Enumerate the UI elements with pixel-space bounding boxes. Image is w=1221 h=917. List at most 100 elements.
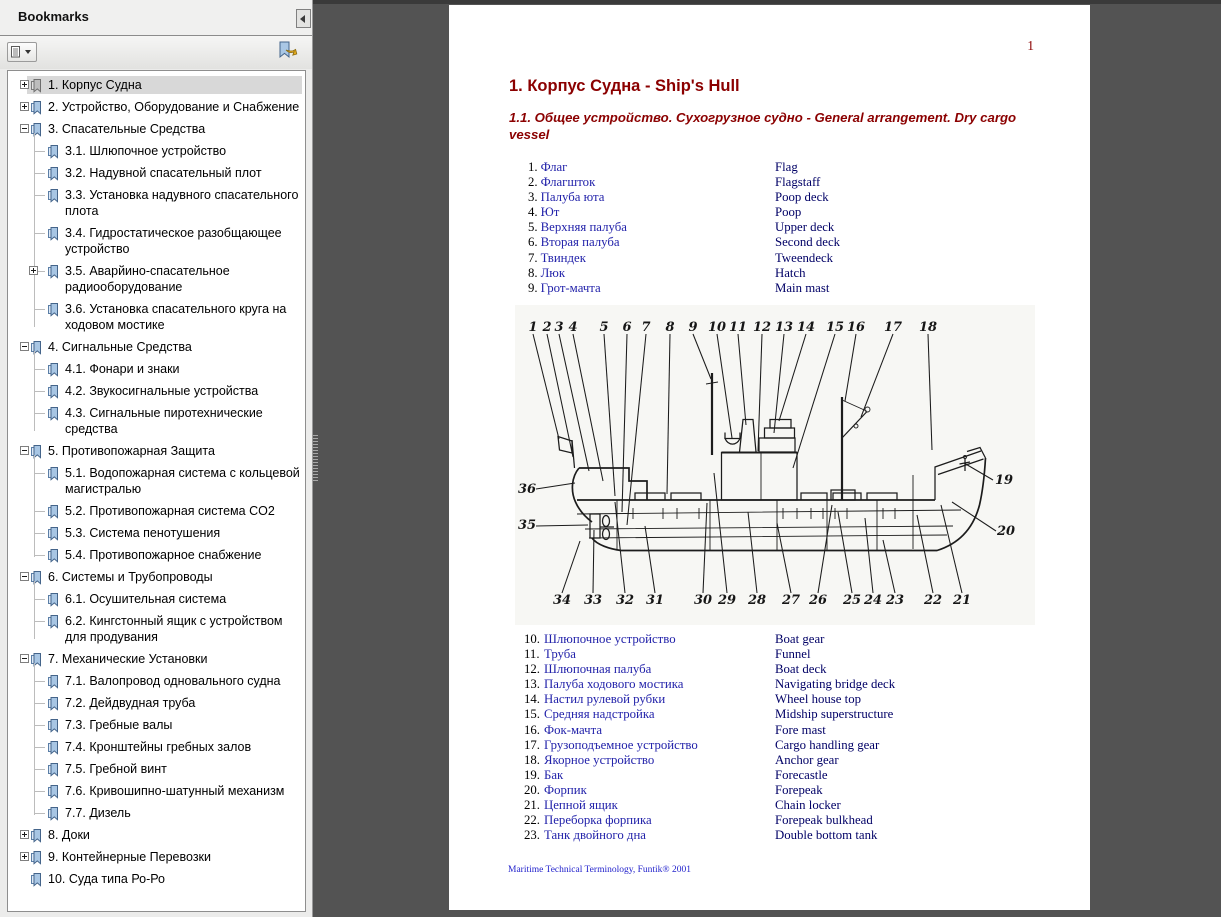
term-russian-link[interactable]: Бак — [544, 768, 563, 783]
bookmark-item[interactable]: 5.4. Противопожарное снабжение — [8, 544, 305, 566]
bookmark-item[interactable]: 7.1. Валопровод одновального судна — [8, 670, 305, 692]
bookmark-row-content[interactable]: 3.3. Установка надувного спасательного п… — [44, 186, 302, 220]
bookmark-options-button[interactable] — [7, 42, 37, 62]
expander-plus-icon[interactable] — [29, 266, 38, 275]
bookmark-item[interactable]: 3.6. Установка спасательного круга на хо… — [8, 298, 305, 336]
term-russian-link[interactable]: Палуба юта — [541, 190, 605, 205]
bookmark-item[interactable]: 5.1. Водопожарная система с кольцевой ма… — [8, 462, 305, 500]
term-russian-link[interactable]: Цепной ящик — [544, 798, 618, 813]
bookmark-row-content[interactable]: 4. Сигнальные Средства — [27, 338, 302, 356]
bookmark-item[interactable]: 6.1. Осушительная система — [8, 588, 305, 610]
bookmark-row-content[interactable]: 6.2. Кингстонный ящик с устройством для … — [44, 612, 302, 646]
term-russian-link[interactable]: Фок-мачта — [544, 723, 602, 738]
bookmark-row-content[interactable]: 3.5. Аварйино-спасательное радиооборудов… — [44, 262, 302, 296]
bookmark-row-content[interactable]: 4.3. Сигнальные пиротехнические средства — [44, 404, 302, 438]
expander-plus-icon[interactable] — [20, 80, 29, 89]
term-russian-link[interactable]: Грузоподъемное устройство — [544, 738, 698, 753]
bookmark-item[interactable]: 3.4. Гидростатическое разобщающее устрой… — [8, 222, 305, 260]
bookmark-row-content[interactable]: 3.6. Установка спасательного круга на хо… — [44, 300, 302, 334]
bookmark-item[interactable]: 2. Устройство, Оборудование и Снабжение — [8, 96, 305, 118]
bookmark-row-content[interactable]: 5.2. Противопожарная система CO2 — [44, 502, 302, 520]
bookmark-item[interactable]: 7.2. Дейдвудная труба — [8, 692, 305, 714]
term-russian-link[interactable]: Люк — [541, 266, 565, 281]
bookmark-item[interactable]: 3.3. Установка надувного спасательного п… — [8, 184, 305, 222]
bookmark-item[interactable]: 8. Доки — [8, 824, 305, 846]
bookmark-item[interactable]: 4. Сигнальные Средства — [8, 336, 305, 358]
bookmark-row-content[interactable]: 7.1. Валопровод одновального судна — [44, 672, 302, 690]
bookmark-item[interactable]: 5.3. Система пенотушения — [8, 522, 305, 544]
bookmark-item[interactable]: 9. Контейнерные Перевозки — [8, 846, 305, 868]
term-russian-link[interactable]: Флагшток — [541, 175, 596, 190]
bookmark-row-content[interactable]: 3.1. Шлюпочное устройство — [44, 142, 302, 160]
expander-plus-icon[interactable] — [20, 852, 29, 861]
bookmark-item[interactable]: 6. Системы и Трубопроводы — [8, 566, 305, 588]
term-russian-link[interactable]: Палуба ходового мостика — [544, 677, 683, 692]
bookmark-row-content[interactable]: 7.2. Дейдвудная труба — [44, 694, 302, 712]
term-russian-link[interactable]: Верхняя палуба — [541, 220, 627, 235]
bookmark-item[interactable]: 7.6. Кривошипно-шатунный механизм — [8, 780, 305, 802]
bookmark-row-content[interactable]: 6. Системы и Трубопроводы — [27, 568, 302, 586]
bookmark-item[interactable]: 4.2. Звукосигнальные устройства — [8, 380, 305, 402]
panel-splitter-handle[interactable] — [313, 433, 318, 481]
bookmark-item[interactable]: 3. Спасательные Средства — [8, 118, 305, 140]
bookmark-row-content[interactable]: 7.6. Кривошипно-шатунный механизм — [44, 782, 302, 800]
bookmark-item[interactable]: 3.2. Надувной спасательный плот — [8, 162, 305, 184]
bookmark-item[interactable]: 7.7. Дизель — [8, 802, 305, 824]
bookmark-row-content[interactable]: 3.2. Надувной спасательный плот — [44, 164, 302, 182]
expand-current-bookmark-button[interactable] — [276, 40, 298, 62]
bookmark-row-content[interactable]: 4.1. Фонари и знаки — [44, 360, 302, 378]
bookmark-item[interactable]: 3.1. Шлюпочное устройство — [8, 140, 305, 162]
bookmark-item[interactable]: 5. Противопожарная Защита — [8, 440, 305, 462]
expander-minus-icon[interactable] — [20, 446, 29, 455]
bookmark-row-content[interactable]: 5.1. Водопожарная система с кольцевой ма… — [44, 464, 302, 498]
bookmark-row-content[interactable]: 6.1. Осушительная система — [44, 590, 302, 608]
term-russian-link[interactable]: Ют — [541, 205, 560, 220]
bookmark-item[interactable]: 3.5. Аварйино-спасательное радиооборудов… — [8, 260, 305, 298]
term-russian-link[interactable]: Труба — [544, 647, 576, 662]
expander-minus-icon[interactable] — [20, 342, 29, 351]
bookmark-item[interactable]: 6.2. Кингстонный ящик с устройством для … — [8, 610, 305, 648]
expander-plus-icon[interactable] — [20, 102, 29, 111]
bookmark-row-content[interactable]: 7.4. Кронштейны гребных залов — [44, 738, 302, 756]
bookmark-item[interactable]: 7.5. Гребной винт — [8, 758, 305, 780]
bookmark-row-content[interactable]: 7. Механические Установки — [27, 650, 302, 668]
bookmark-row-content[interactable]: 3. Спасательные Средства — [27, 120, 302, 138]
collapse-panel-button[interactable] — [296, 9, 311, 28]
bookmark-item[interactable]: 4.1. Фонари и знаки — [8, 358, 305, 380]
bookmark-row-content[interactable]: 7.7. Дизель — [44, 804, 302, 822]
bookmark-item[interactable]: 1. Корпус Судна — [8, 74, 305, 96]
bookmark-row-content[interactable]: 1. Корпус Судна — [27, 76, 302, 94]
bookmark-item[interactable]: 10. Суда типа Ро-Ро — [8, 868, 305, 890]
bookmark-row-content[interactable]: 7.5. Гребной винт — [44, 760, 302, 778]
bookmark-row-content[interactable]: 4.2. Звукосигнальные устройства — [44, 382, 302, 400]
term-russian-link[interactable]: Грот-мачта — [541, 281, 601, 296]
bookmark-row-content[interactable]: 2. Устройство, Оборудование и Снабжение — [27, 98, 302, 116]
term-russian-link[interactable]: Твиндек — [541, 251, 586, 266]
bookmark-row-content[interactable]: 9. Контейнерные Перевозки — [27, 848, 302, 866]
expander-minus-icon[interactable] — [20, 654, 29, 663]
term-russian-link[interactable]: Шлюпочное устройство — [544, 632, 676, 647]
term-russian-link[interactable]: Танк двойного дна — [544, 828, 646, 843]
bookmark-row-content[interactable]: 5. Противопожарная Защита — [27, 442, 302, 460]
term-russian-link[interactable]: Флаг — [541, 160, 568, 175]
bookmark-row-content[interactable]: 8. Доки — [27, 826, 302, 844]
bookmark-item[interactable]: 4.3. Сигнальные пиротехнические средства — [8, 402, 305, 440]
bookmark-row-content[interactable]: 3.4. Гидростатическое разобщающее устрой… — [44, 224, 302, 258]
expander-minus-icon[interactable] — [20, 572, 29, 581]
term-russian-link[interactable]: Вторая палуба — [541, 235, 620, 250]
term-russian-link[interactable]: Шлюпочная палуба — [544, 662, 651, 677]
bookmark-item[interactable]: 5.2. Противопожарная система CO2 — [8, 500, 305, 522]
term-russian-link[interactable]: Якорное устройство — [544, 753, 654, 768]
term-russian-link[interactable]: Настил рулевой рубки — [544, 692, 665, 707]
bookmark-row-content[interactable]: 7.3. Гребные валы — [44, 716, 302, 734]
term-russian-link[interactable]: Форпик — [544, 783, 587, 798]
bookmark-item[interactable]: 7. Механические Установки — [8, 648, 305, 670]
bookmark-row-content[interactable]: 10. Суда типа Ро-Ро — [27, 870, 302, 888]
bookmark-item[interactable]: 7.3. Гребные валы — [8, 714, 305, 736]
bookmark-row-content[interactable]: 5.3. Система пенотушения — [44, 524, 302, 542]
expander-plus-icon[interactable] — [20, 830, 29, 839]
term-russian-link[interactable]: Средняя надстройка — [544, 707, 655, 722]
expander-minus-icon[interactable] — [20, 124, 29, 133]
term-russian-link[interactable]: Переборка форпика — [544, 813, 652, 828]
bookmark-row-content[interactable]: 5.4. Противопожарное снабжение — [44, 546, 302, 564]
